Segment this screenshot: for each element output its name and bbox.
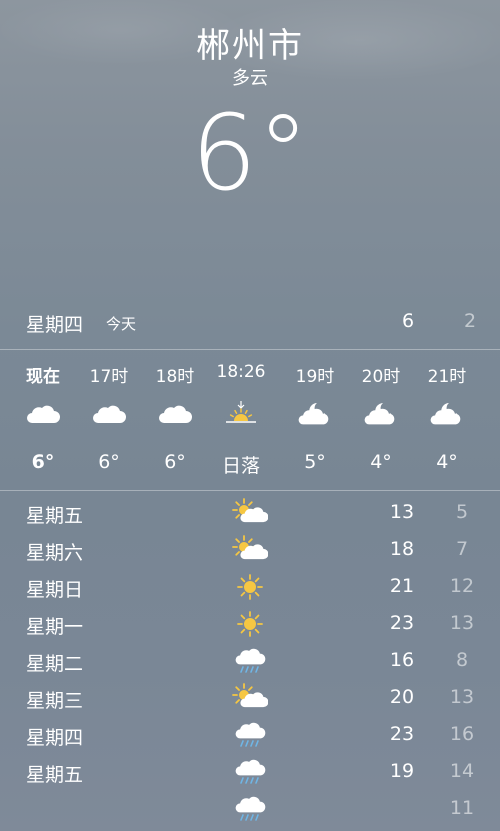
hourly-temp: 5°	[304, 451, 326, 473]
daily-high: 19	[389, 760, 415, 782]
hourly-time: 17时	[89, 367, 129, 387]
cloud-moon-icon	[348, 398, 414, 432]
city-name: 郴州市	[196, 26, 304, 66]
cloud-icon	[10, 398, 76, 432]
daily-high: 16	[389, 649, 415, 671]
daily-row: 星期一 23 13	[0, 606, 500, 643]
cloud-icon	[142, 398, 208, 432]
rain-icon	[232, 757, 268, 787]
daily-row: 11	[0, 791, 500, 828]
hourly-temp: 6°	[98, 451, 120, 473]
daily-high: 21	[389, 575, 415, 597]
hourly-temp: 6°	[164, 451, 186, 473]
cloud-icon	[76, 398, 142, 432]
hourly-temp: 4°	[370, 451, 392, 473]
daily-row: 星期六 18 7	[0, 532, 500, 569]
daily-low: 11	[449, 797, 475, 819]
hourly-time: 21时	[427, 367, 467, 387]
hourly-time: 现在	[26, 367, 60, 387]
cloud-moon-icon	[414, 398, 480, 432]
daily-row: 星期日 21 12	[0, 569, 500, 606]
hourly-time: 18:26	[216, 362, 266, 382]
daily-high: 13	[389, 501, 415, 523]
today-label: 今天	[106, 315, 137, 333]
hourly-temp: 日落	[221, 455, 260, 477]
daily-low: 8	[455, 649, 469, 671]
hourly-time: 18时	[155, 367, 195, 387]
today-day-name: 星期四	[26, 314, 84, 336]
rain-icon	[232, 646, 268, 676]
daily-row: 星期五 19 14	[0, 754, 500, 791]
hourly-forecast-strip[interactable]: 现在 6° 17时 6° 18时 6° 18:26 日落 19时 5° 20时 4° 21时…	[0, 350, 500, 490]
daily-day-name: 星期三	[26, 690, 84, 712]
sun-icon	[232, 609, 268, 639]
daily-high: 23	[389, 723, 415, 745]
sun-icon	[232, 572, 268, 602]
hourly-temp: 4°	[436, 451, 458, 473]
daily-row: 星期四 23 16	[0, 717, 500, 754]
daily-day-name: 星期一	[26, 616, 84, 638]
rain-icon	[232, 794, 268, 824]
cloud-moon-icon	[282, 398, 348, 432]
daily-low: 13	[449, 612, 475, 634]
daily-high: 20	[389, 686, 415, 708]
daily-low: 16	[449, 723, 475, 745]
daily-day-name: 星期五	[26, 764, 84, 786]
hourly-time: 2	[480, 362, 500, 382]
daily-row: 星期二 16 8	[0, 643, 500, 680]
sunset-icon	[208, 398, 274, 432]
daily-low: 13	[449, 686, 475, 708]
daily-low: 12	[449, 575, 475, 597]
today-low: 2	[463, 310, 477, 332]
daily-day-name: 星期四	[26, 727, 84, 749]
partly-cloudy-icon	[232, 535, 268, 565]
daily-low: 5	[455, 501, 469, 523]
today-summary-row: 星期四 今天 6 2	[0, 306, 500, 340]
daily-low: 14	[449, 760, 475, 782]
daily-row: 星期三 20 13	[0, 680, 500, 717]
partly-cloudy-icon	[232, 683, 268, 713]
daily-high: 18	[389, 538, 415, 560]
daily-high: 23	[389, 612, 415, 634]
daily-day-name: 星期日	[26, 579, 84, 601]
current-temperature: 6°	[190, 92, 310, 214]
hourly-temp: 6°	[31, 451, 55, 473]
daily-day-name: 星期五	[26, 505, 84, 527]
hourly-time: 20时	[361, 367, 401, 387]
daily-day-name: 星期六	[26, 542, 84, 564]
today-high: 6	[401, 310, 415, 332]
hourly-time: 19时	[295, 367, 335, 387]
daily-day-name: 星期二	[26, 653, 84, 675]
daily-row: 星期五 13 5	[0, 495, 500, 532]
divider-bottom	[0, 490, 500, 491]
current-condition: 多云	[232, 68, 268, 89]
partly-cloudy-icon	[232, 498, 268, 528]
daily-low: 7	[455, 538, 469, 560]
rain-icon	[232, 720, 268, 750]
